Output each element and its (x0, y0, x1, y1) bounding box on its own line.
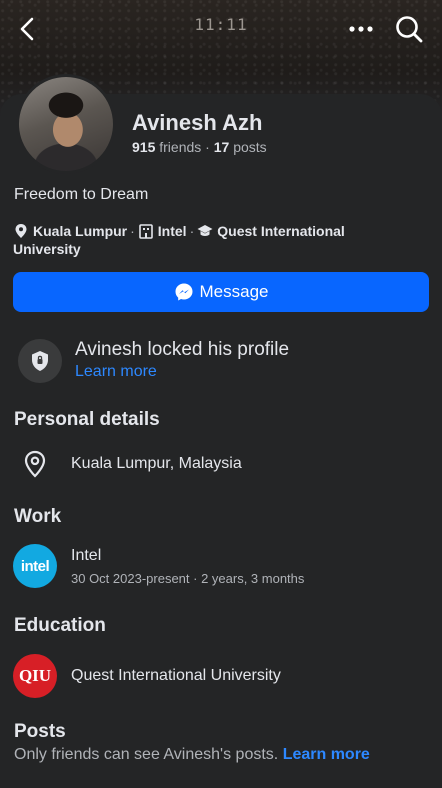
friends-label[interactable]: friends (159, 139, 201, 155)
personal-location: Kuala Lumpur, Malaysia (71, 455, 242, 472)
location-pin-icon (24, 450, 46, 478)
message-button[interactable]: Message (13, 272, 429, 312)
friends-count[interactable]: 915 (132, 139, 155, 155)
profile-stats: 915 friends · 17 posts (132, 139, 267, 155)
qiu-logo-text: QIU (18, 666, 52, 685)
top-bar: 11:11 (0, 0, 442, 58)
personal-details-heading: Personal details (14, 409, 160, 430)
profile-bio: Freedom to Dream (14, 186, 149, 203)
graduation-cap-icon (197, 225, 213, 236)
shield-lock-icon (32, 351, 48, 371)
posts-learn-more-link[interactable]: Learn more (283, 746, 370, 763)
intro-workplace: Intel (157, 223, 187, 239)
posts-heading: Posts (14, 721, 66, 742)
search-icon (396, 16, 423, 43)
locked-profile-badge (18, 339, 62, 383)
work-dates: 30 Oct 2023-present · 2 years, 3 months (71, 571, 305, 586)
intel-logo[interactable]: intel (13, 544, 57, 588)
intro-separator: · (189, 223, 195, 239)
posts-privacy-note: Only friends can see Avinesh's posts. Le… (14, 746, 370, 764)
profile-avatar[interactable] (16, 74, 116, 174)
profile-intro: Kuala Lumpur · Intel · Quest International… (13, 222, 413, 258)
intro-separator: · (130, 223, 135, 239)
messenger-icon (175, 283, 192, 301)
posts-label: posts (233, 139, 267, 155)
posts-count: 17 (213, 139, 230, 155)
intel-logo-text: intel (20, 557, 50, 575)
qiu-logo[interactable]: QIU (13, 654, 57, 698)
more-options-button[interactable] (346, 16, 376, 42)
work-company[interactable]: Intel (71, 547, 101, 565)
intro-location: Kuala Lumpur (33, 223, 128, 239)
work-heading: Work (14, 506, 62, 527)
building-icon (138, 224, 153, 239)
stats-separator: · (205, 139, 210, 155)
locked-learn-more-link[interactable]: Learn more (75, 363, 157, 381)
ellipsis-icon (349, 26, 373, 32)
profile-name: Avinesh Azh (132, 110, 263, 135)
location-pin-icon (15, 224, 27, 238)
message-button-label: Message (199, 282, 269, 301)
posts-note-text: Only friends can see Avinesh's posts. (14, 746, 279, 763)
locked-profile-text: Avinesh locked his profile (75, 339, 290, 360)
education-school[interactable]: Quest International University (71, 667, 281, 685)
search-button[interactable] (394, 14, 424, 44)
education-heading: Education (14, 615, 106, 636)
